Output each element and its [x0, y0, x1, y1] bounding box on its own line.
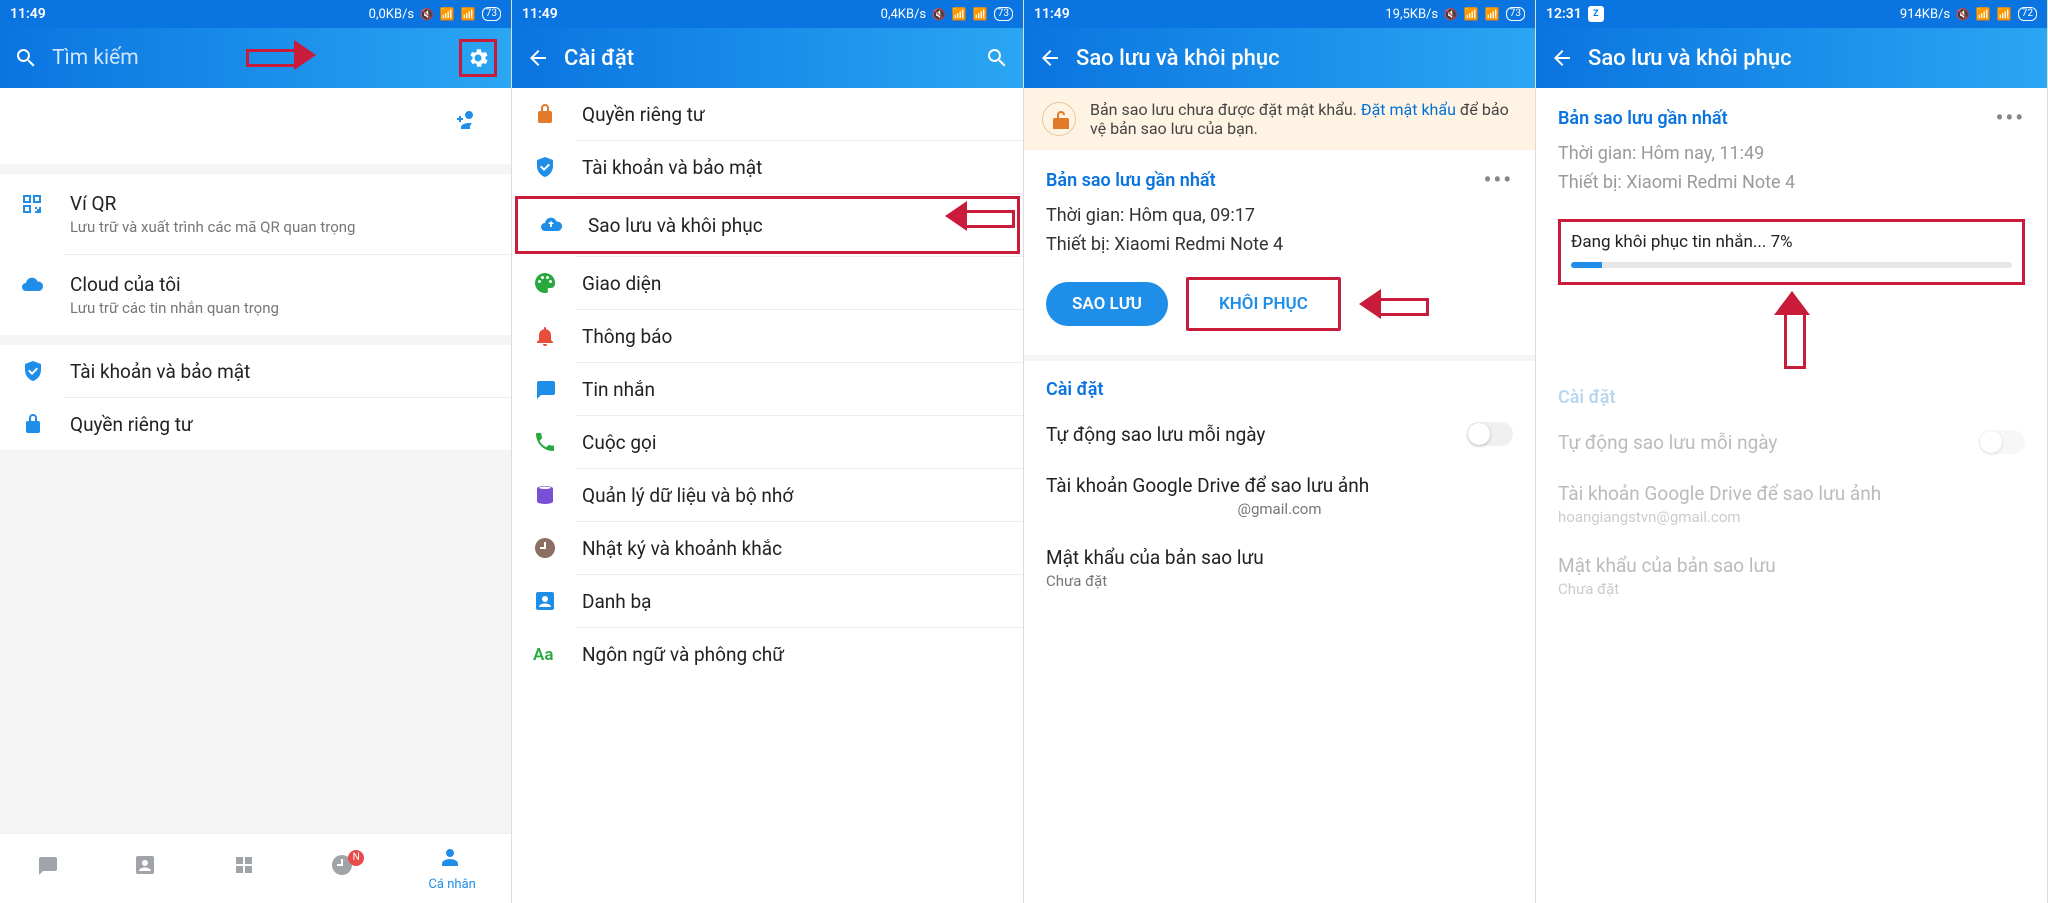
status-bar: 12:31 Z 914KB/s 72 — [1536, 0, 2047, 28]
item-qr[interactable]: Ví QR Lưu trữ và xuất trình các mã QR qu… — [0, 174, 511, 254]
nav-messages[interactable] — [35, 853, 63, 885]
item-auto-backup: Tự động sao lưu mỗi ngày — [1536, 416, 2047, 468]
lock-open-icon — [1042, 102, 1076, 136]
latest-backup-title: Bản sao lưu gần nhất ••• — [1536, 88, 2047, 139]
annotation-arrow — [945, 201, 1015, 231]
screen-settings: 11:49 0,4KB/s 73 Cài đặt Quyền riêng tư … — [512, 0, 1024, 903]
backup-time: Thời gian: Hôm qua, 09:17 — [1024, 201, 1535, 230]
nav-apps[interactable] — [232, 853, 260, 885]
auto-backup-toggle[interactable] — [1467, 422, 1513, 446]
item-message[interactable]: Tin nhắn — [512, 363, 1023, 415]
more-icon[interactable]: ••• — [1996, 106, 2025, 131]
status-bar: 11:49 0,0KB/s 73 — [0, 0, 511, 28]
header: Cài đặt — [512, 28, 1023, 88]
item-notify[interactable]: Thông báo — [512, 310, 1023, 362]
search-icon[interactable] — [14, 46, 38, 70]
item-theme[interactable]: Giao diện — [512, 257, 1023, 309]
add-friend-icon[interactable] — [455, 108, 485, 138]
backup-device: Thiết bị: Xiaomi Redmi Note 4 — [1536, 168, 2047, 197]
nav-contacts[interactable] — [133, 853, 161, 885]
backup-device: Thiết bị: Xiaomi Redmi Note 4 — [1024, 230, 1535, 259]
status-bar: 11:49 0,4KB/s 73 — [512, 0, 1023, 28]
screen-restore: 12:31 Z 914KB/s 72 Sao lưu và khôi phục … — [1536, 0, 2048, 903]
annotation-arrow — [1359, 289, 1429, 319]
item-call[interactable]: Cuộc gọi — [512, 416, 1023, 468]
item-auto-backup[interactable]: Tự động sao lưu mỗi ngày — [1024, 408, 1535, 460]
status-bar: 11:49 19,5KB/s 73 — [1024, 0, 1535, 28]
item-gdrive: Tài khoản Google Drive để sao lưu ảnh ho… — [1536, 468, 2047, 540]
restore-progress-highlight: Đang khôi phục tin nhắn... 7% — [1558, 219, 2025, 285]
backup-button[interactable]: SAO LƯU — [1046, 282, 1168, 326]
latest-backup-title: Bản sao lưu gần nhất ••• — [1024, 150, 1535, 201]
item-security[interactable]: Tài khoản và bảo mật — [512, 141, 1023, 193]
item-privacy[interactable]: Quyền riêng tư — [0, 398, 511, 450]
item-contacts[interactable]: Danh bạ — [512, 575, 1023, 627]
item-security[interactable]: Tài khoản và bảo mật — [0, 345, 511, 397]
gear-icon[interactable] — [466, 46, 490, 70]
back-icon[interactable] — [1550, 46, 1574, 70]
back-icon[interactable] — [1038, 46, 1062, 70]
header: Sao lưu và khôi phục — [1536, 28, 2047, 88]
password-banner[interactable]: Bản sao lưu chưa được đặt mật khẩu. Đặt … — [1024, 88, 1535, 150]
screen-profile: 11:49 0,0KB/s 73 Tìm kiếm Ví QR Lưu trữ … — [0, 0, 512, 903]
item-privacy[interactable]: Quyền riêng tư — [512, 88, 1023, 140]
settings-title: Cài đặt — [1024, 361, 1535, 408]
nav-me[interactable]: Cá nhân — [428, 845, 475, 892]
progress-bar — [1571, 262, 2012, 268]
set-password-link[interactable]: Đặt mật khẩu — [1361, 100, 1456, 119]
bottom-nav: N Cá nhân — [0, 833, 511, 903]
header: Sao lưu và khôi phục — [1024, 28, 1535, 88]
more-icon[interactable]: ••• — [1484, 168, 1513, 193]
annotation-arrow — [246, 40, 316, 70]
nav-timeline[interactable]: N — [330, 853, 358, 885]
back-icon[interactable] — [526, 46, 550, 70]
progress-label: Đang khôi phục tin nhắn... 7% — [1571, 232, 2012, 252]
annotation-arrow — [1774, 291, 1810, 369]
item-cloud[interactable]: Cloud của tôi Lưu trữ các tin nhắn quan … — [0, 255, 511, 335]
item-password[interactable]: Mật khẩu của bản sao lưu Chưa đặt — [1024, 532, 1535, 604]
item-gdrive[interactable]: Tài khoản Google Drive để sao lưu ảnh @g… — [1024, 460, 1535, 532]
auto-backup-toggle — [1979, 430, 2025, 454]
screen-backup: 11:49 19,5KB/s 73 Sao lưu và khôi phục B… — [1024, 0, 1536, 903]
item-password: Mật khẩu của bản sao lưu Chưa đặt — [1536, 540, 2047, 612]
search-icon[interactable] — [985, 46, 1009, 70]
item-storage[interactable]: Quản lý dữ liệu và bộ nhớ — [512, 469, 1023, 521]
zalo-badge: Z — [1588, 6, 1604, 22]
item-lang[interactable]: Ngôn ngữ và phông chữ — [512, 628, 1023, 680]
settings-title: Cài đặt — [1536, 369, 2047, 416]
settings-button-highlight — [459, 39, 497, 77]
restore-button-highlight[interactable]: KHÔI PHỤC — [1186, 277, 1341, 331]
item-diary[interactable]: Nhật ký và khoảnh khắc — [512, 522, 1023, 574]
backup-time: Thời gian: Hôm nay, 11:49 — [1536, 139, 2047, 168]
